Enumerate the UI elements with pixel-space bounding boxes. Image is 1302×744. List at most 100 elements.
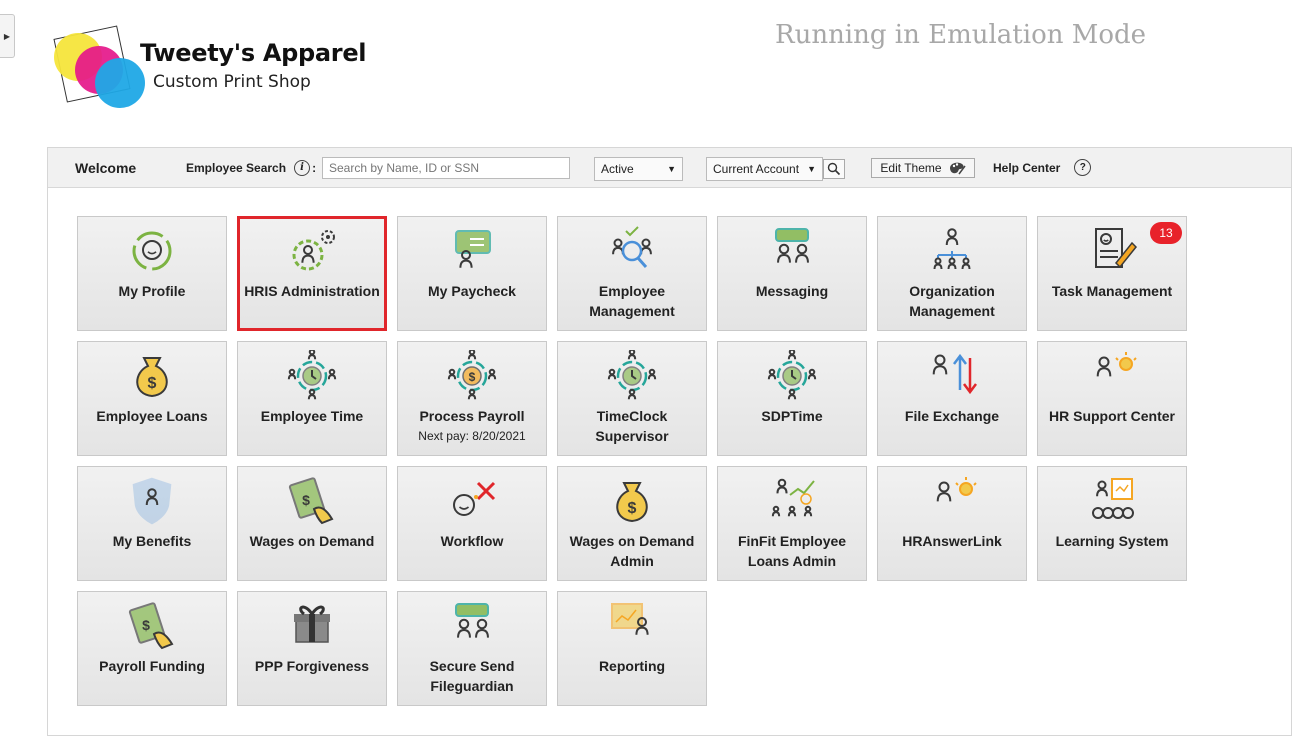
cash-hand-icon: $	[126, 600, 178, 652]
employee-search-label: Employee Search i:	[186, 148, 316, 187]
status-select[interactable]: Active ▼	[594, 157, 683, 181]
tile-employee-loans[interactable]: $ Employee Loans	[77, 341, 227, 456]
employee-search-input[interactable]	[322, 157, 570, 179]
tile-learning-system[interactable]: Learning System	[1037, 466, 1187, 581]
svg-text:$: $	[142, 617, 150, 633]
svg-text:$: $	[628, 500, 637, 517]
clock-people-icon	[286, 348, 338, 402]
tile-my-benefits[interactable]: My Benefits	[77, 466, 227, 581]
tile-workflow[interactable]: Workflow	[397, 466, 547, 581]
help-center-link[interactable]: Help Center ?	[993, 148, 1092, 187]
tile-label: Reporting	[598, 658, 666, 674]
tile-hris-administration[interactable]: HRIS Administration	[237, 216, 387, 331]
org-chart-icon	[926, 225, 978, 277]
messaging-icon	[446, 600, 498, 652]
sidebar-toggle-button[interactable]: ▶	[0, 14, 15, 58]
messaging-icon	[766, 225, 818, 277]
tile-hranswerlink[interactable]: HRAnswerLink	[877, 466, 1027, 581]
tile-label: File Exchange	[904, 408, 1000, 424]
account-select-value: Current Account	[713, 162, 800, 176]
tile-organization-management[interactable]: Organization Management	[877, 216, 1027, 331]
employee-search-label-text: Employee Search	[186, 160, 287, 175]
svg-text:$: $	[302, 492, 310, 508]
svg-text:$: $	[469, 370, 476, 384]
tile-label: Employee Time	[260, 408, 364, 424]
tile-label: Messaging	[755, 283, 829, 299]
tile-label: Payroll Funding	[99, 658, 205, 674]
tile-label: HR Support Center	[1049, 408, 1175, 424]
tile-label: Organization Management	[909, 283, 995, 319]
money-bag-icon: $	[606, 475, 658, 527]
edit-theme-label: Edit Theme	[880, 161, 942, 175]
tile-label: Task Management	[1051, 283, 1173, 299]
tile-label: PPP Forgiveness	[254, 658, 370, 674]
cash-hand-icon: $	[286, 475, 338, 527]
tile-finfit-employee-loans-admin[interactable]: FinFit Employee Loans Admin	[717, 466, 867, 581]
idea-person-icon	[1086, 350, 1138, 402]
tile-my-paycheck[interactable]: My Paycheck	[397, 216, 547, 331]
settings-person-icon	[286, 225, 338, 277]
tile-hr-support-center[interactable]: HR Support Center	[1037, 341, 1187, 456]
tile-sdptime[interactable]: SDPTime	[717, 341, 867, 456]
chevron-down-icon: ▼	[667, 164, 676, 174]
help-center-label: Help Center	[993, 160, 1061, 175]
company-logo: Tweety's Apparel Custom Print Shop	[52, 24, 372, 116]
tile-reporting[interactable]: Reporting	[557, 591, 707, 706]
svg-text:$: $	[148, 375, 157, 392]
tile-timeclock-supervisor[interactable]: TimeClock Supervisor	[557, 341, 707, 456]
tile-messaging[interactable]: Messaging	[717, 216, 867, 331]
search-icon	[827, 162, 841, 176]
tile-payroll-funding[interactable]: $ Payroll Funding	[77, 591, 227, 706]
file-exchange-icon	[926, 350, 978, 402]
tile-process-payroll[interactable]: $ Process Payroll Next pay: 8/20/2021	[397, 341, 547, 456]
tile-ppp-forgiveness[interactable]: PPP Forgiveness	[237, 591, 387, 706]
employee-search-icon	[606, 225, 658, 277]
shield-person-icon	[126, 475, 178, 527]
gift-icon	[286, 600, 338, 652]
status-select-value: Active	[601, 162, 634, 176]
tile-label: Process Payroll	[419, 408, 525, 424]
emulation-mode-text: Running in Emulation Mode	[775, 20, 1147, 50]
tile-label: Secure Send Fileguardian	[429, 658, 515, 694]
tile-label: TimeClock Supervisor	[595, 408, 669, 444]
brand-title: Tweety's Apparel	[140, 39, 367, 67]
payroll-cycle-icon: $	[446, 348, 498, 402]
tile-secure-send-fileguardian[interactable]: Secure Send Fileguardian	[397, 591, 547, 706]
welcome-link[interactable]: Welcome	[75, 148, 136, 187]
tile-label: Learning System	[1055, 533, 1169, 549]
tile-label: FinFit Employee Loans Admin	[737, 533, 847, 569]
info-icon[interactable]: i	[294, 159, 311, 176]
tile-label: Wages on Demand Admin	[569, 533, 695, 569]
tile-employee-management[interactable]: Employee Management	[557, 216, 707, 331]
toolbar: Welcome Employee Search i: Active ▼ Curr…	[48, 148, 1291, 188]
presentation-icon	[1086, 475, 1138, 527]
profile-icon	[126, 225, 178, 277]
tile-label: HRIS Administration	[244, 283, 380, 299]
tile-employee-time[interactable]: Employee Time	[237, 341, 387, 456]
palette-icon	[949, 162, 966, 175]
tile-file-exchange[interactable]: File Exchange	[877, 341, 1027, 456]
tile-label: Employee Management	[589, 283, 675, 319]
tile-label: Employee Loans	[96, 408, 208, 424]
idea-person-icon	[926, 475, 978, 527]
tile-my-profile[interactable]: My Profile	[77, 216, 227, 331]
clock-people-icon	[766, 348, 818, 402]
search-button[interactable]	[823, 159, 845, 179]
dashboard-panel: Welcome Employee Search i: Active ▼ Curr…	[47, 147, 1292, 736]
tile-label: Workflow	[440, 533, 504, 549]
chevron-down-icon: ▼	[807, 164, 816, 174]
tile-subtext: Next pay: 8/20/2021	[418, 429, 526, 443]
tile-label: My Profile	[118, 283, 186, 299]
clock-people-icon	[606, 348, 658, 402]
money-bag-icon: $	[126, 350, 178, 402]
tile-wages-on-demand[interactable]: $ Wages on Demand	[237, 466, 387, 581]
tile-wages-on-demand-admin[interactable]: $ Wages on Demand Admin	[557, 466, 707, 581]
account-select[interactable]: Current Account ▼	[706, 157, 823, 181]
brand-subtitle: Custom Print Shop	[153, 72, 311, 92]
notification-badge: 13	[1150, 222, 1182, 244]
question-icon[interactable]: ?	[1074, 159, 1092, 176]
tile-task-management[interactable]: Task Management 13	[1037, 216, 1187, 331]
edit-theme-button[interactable]: Edit Theme	[871, 158, 975, 178]
tile-label: Wages on Demand	[249, 533, 375, 549]
tile-label: HRAnswerLink	[902, 533, 1002, 549]
